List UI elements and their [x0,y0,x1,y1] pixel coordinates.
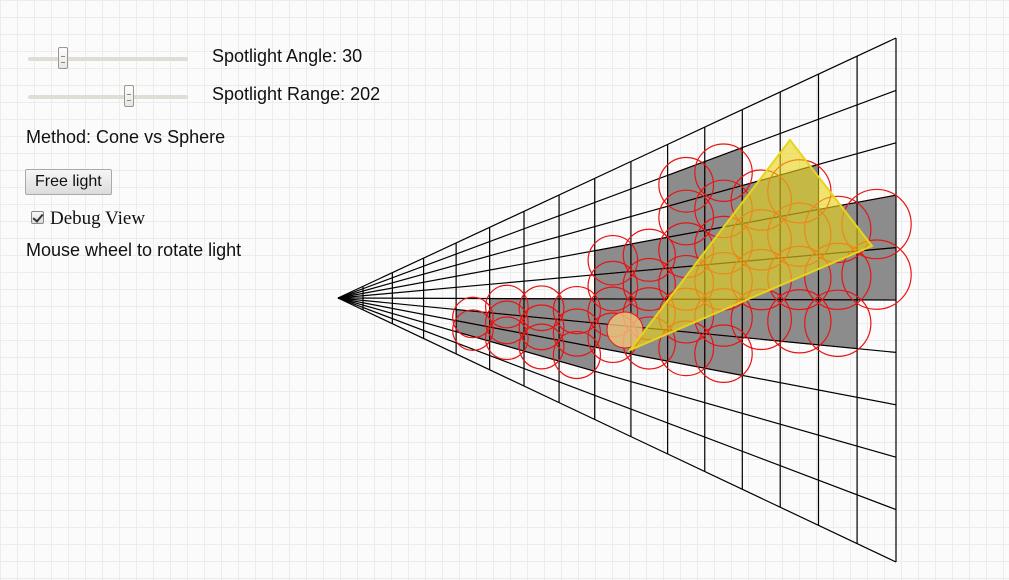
spotlight-angle-slider[interactable] [28,47,188,71]
rotate-hint: Mouse wheel to rotate light [26,240,242,260]
free-light-button[interactable]: Free light [25,169,112,195]
slider-thumb[interactable] [124,85,134,107]
demo-canvas[interactable]: Spotlight Angle: 30 Spotlight Range: 202… [0,0,1009,580]
slider-track [28,95,188,99]
debug-view-checkbox[interactable] [31,211,44,224]
slider-track [28,57,188,61]
spotlight-range-label: Spotlight Range: 202 [212,84,381,104]
debug-view-label: Debug View [50,208,146,229]
highlighted-cell [594,243,632,276]
slider-thumb[interactable] [58,47,68,69]
spotlight-range-slider[interactable] [28,85,188,109]
highlighted-cell [741,298,781,342]
method-label: Method: Cone vs Sphere [26,127,226,147]
spotlight-angle-label: Spotlight Angle: 30 [212,46,363,66]
